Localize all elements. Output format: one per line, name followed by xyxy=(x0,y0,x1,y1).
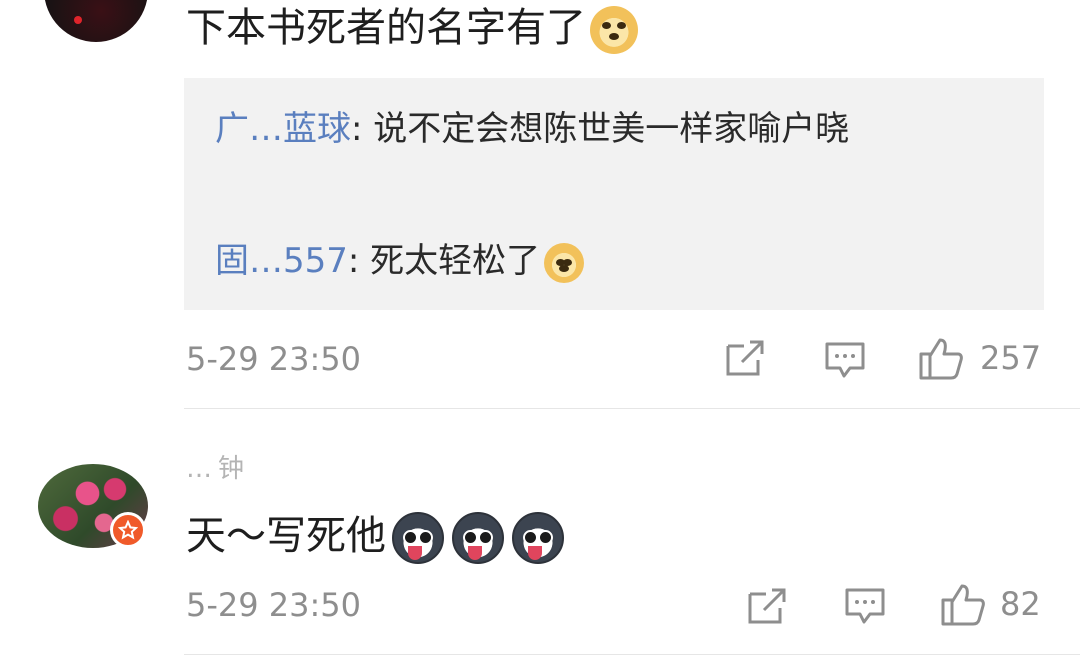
comment-icon xyxy=(845,588,885,624)
share-icon xyxy=(726,340,764,376)
verified-badge-icon xyxy=(110,512,146,548)
doge-icon xyxy=(544,242,585,283)
like-button[interactable]: 82 xyxy=(940,582,1041,626)
like-button[interactable]: 257 xyxy=(918,336,1041,380)
husky-icon xyxy=(392,512,444,564)
comment-button[interactable] xyxy=(824,340,866,380)
comment-icon xyxy=(825,342,865,378)
reply-1-username[interactable]: 广…蓝球 xyxy=(215,109,351,149)
share-button[interactable] xyxy=(724,338,766,378)
thumbs-up-icon xyxy=(919,338,963,380)
like-count: 257 xyxy=(980,339,1042,377)
reply-2-text: 死太轻松了 xyxy=(370,241,541,281)
reply-1[interactable]: 广…蓝球: 说不定会想陈世美一样家喻户晓 xyxy=(215,102,995,156)
like-count: 82 xyxy=(1000,585,1041,623)
reply-2[interactable]: 固…557: 死太轻松了 xyxy=(215,234,995,288)
comment-2-username[interactable]: …钟 xyxy=(186,448,250,485)
doge-icon xyxy=(590,6,638,54)
comment-1-text: 下本书死者的名字有了 xyxy=(186,5,586,51)
comment-2-text: 天～写死他 xyxy=(186,513,386,559)
badge-dot xyxy=(74,16,82,24)
divider xyxy=(184,408,1080,409)
husky-icon xyxy=(512,512,564,564)
share-icon xyxy=(748,588,786,624)
reply-2-username[interactable]: 固…557 xyxy=(215,241,348,281)
thumbs-up-icon xyxy=(941,584,985,626)
comment-1: 下本书死者的名字有了 xyxy=(186,4,638,54)
share-button[interactable] xyxy=(746,586,788,626)
comment-button[interactable] xyxy=(844,586,886,626)
comment-2-time: 5-29 23:50 xyxy=(186,586,362,624)
comment-2: 天～写死他 xyxy=(186,512,572,564)
husky-icon xyxy=(452,512,504,564)
divider xyxy=(184,654,1080,655)
reply-1-text: 说不定会想陈世美一样家喻户晓 xyxy=(373,109,850,149)
comment-1-time: 5-29 23:50 xyxy=(186,340,362,378)
avatar[interactable] xyxy=(44,0,148,42)
